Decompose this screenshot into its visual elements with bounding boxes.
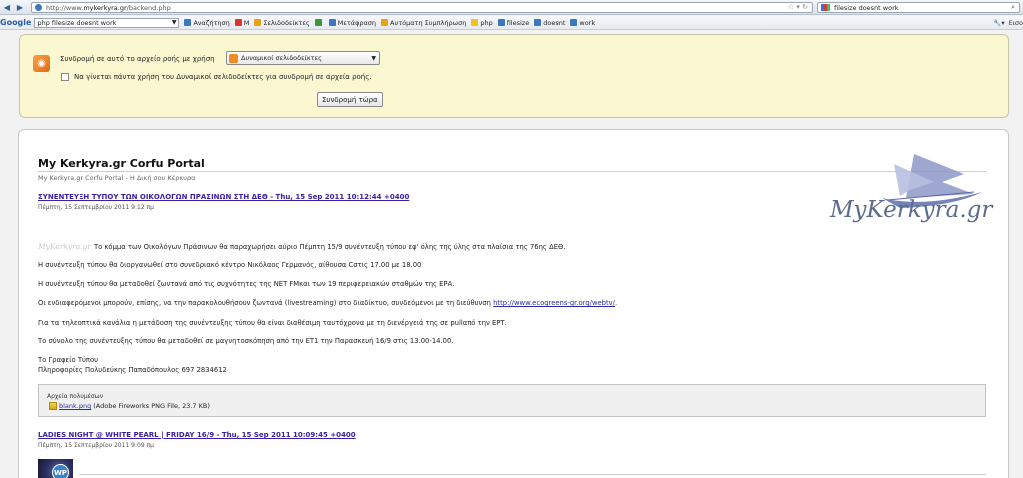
rss-icon <box>229 53 238 63</box>
paragraph: Η συνέντευξη τύπου θα μεταδοθεί ζωντανά … <box>38 280 455 288</box>
webtv-link[interactable]: http://www.ecogreens-gr.org/webtv/ <box>493 299 615 307</box>
file-icon <box>49 402 57 410</box>
toolbar-item-label: php <box>480 18 493 27</box>
forward-icon[interactable]: ▶ <box>14 1 26 13</box>
toolbar-search-input[interactable]: php filesize doesnt work ▼ <box>34 17 180 28</box>
toolbar-item-icon <box>381 19 389 26</box>
sign-in-link[interactable]: Εισο <box>1009 19 1023 27</box>
chevron-down-icon[interactable]: ▼ <box>172 19 177 26</box>
subscribe-reader-select[interactable]: Δυναμικοί σελιδοδείκτες ▼ <box>226 51 380 65</box>
toolbar-item[interactable]: filesize <box>497 18 530 27</box>
toolbar-item-icon <box>314 19 322 26</box>
bookmark-star-icon[interactable]: ☆ ▾ ↻ <box>788 3 808 11</box>
paragraph: MyKerkyra.gr Το κόμμα των Οικολόγων Πράσι… <box>38 242 566 251</box>
toolbar-item[interactable]: work <box>570 19 595 27</box>
toolbar-item[interactable]: Αναζήτηση <box>184 18 230 27</box>
toolbar-item-label: M <box>243 18 250 27</box>
watermark-image: MyKerkyra.gr <box>38 242 91 251</box>
chevron-down-icon[interactable]: ▼ <box>371 55 376 62</box>
toolbar-item[interactable]: Μετάφραση <box>328 18 377 27</box>
back-icon[interactable]: ◀ <box>1 1 13 13</box>
toolbar-item-icon <box>234 19 242 26</box>
site-logo: MyKerkyra.gr <box>814 152 993 242</box>
toolbar-item-label: Σελιδοδείκτες <box>263 18 310 27</box>
magnifier-icon[interactable]: ⌕ <box>1011 3 1015 12</box>
paragraph: Οι ενδιαφερόμενοι μπορούν, επίσης, να τη… <box>38 299 618 307</box>
signature-line: Το Γραφείο Τύπου <box>38 356 99 364</box>
divider <box>79 474 986 475</box>
subscribe-now-button[interactable]: Συνδρομή τώρα <box>317 92 383 107</box>
google-toolbar: Google php filesize doesnt work ▼ Αναζήτ… <box>0 16 1023 30</box>
wrench-icon[interactable]: 🔧▾ <box>993 19 1004 27</box>
search-bar-text: filesize doesnt work <box>834 3 899 12</box>
toolbar-item-icon <box>497 19 505 26</box>
search-bar[interactable]: filesize doesnt work ⌕ <box>817 2 1020 13</box>
attachment-link[interactable]: blank.png <box>59 402 91 410</box>
site-identity-icon[interactable] <box>35 4 42 11</box>
item-thumbnail[interactable]: WP <box>38 459 73 478</box>
toolbar-item-label: filesize <box>506 18 530 27</box>
feed-content: My Kerkyra.gr Corfu Portal My Kerkyra.gr… <box>18 129 1009 478</box>
always-use-checkbox[interactable] <box>61 73 69 81</box>
toolbar-right: 🔧▾ Εισο <box>993 16 1023 30</box>
toolbar-item-icon <box>534 19 542 26</box>
feed-item-title[interactable]: ΣΥΝΕΝΤΕΥΞΗ ΤΥΠΟΥ ΤΩΝ ΟΙΚΟΛΟΓΩΝ ΠΡΑΣΙΝΩΝ … <box>38 193 409 201</box>
attachment-meta: (Adobe Fireworks PNG File, 23.7 KB) <box>93 402 210 410</box>
google-logo[interactable]: Google <box>0 18 31 27</box>
paragraph: Για τα τηλεοπτικά κανάλια η μετάδοση της… <box>38 319 507 327</box>
toolbar-item-label: Μετάφραση <box>337 18 377 27</box>
feed-subtitle: My Kerkyra.gr Corfu Portal - Η Δική σου … <box>38 174 196 182</box>
feed-title: My Kerkyra.gr Corfu Portal <box>38 157 205 170</box>
paragraph: Το σύνολο της συνέντευξης τύπου θα μεταδ… <box>38 337 454 345</box>
paragraph: Η συνέντευξη τύπου θα διοργανωθεί στο συ… <box>38 261 422 269</box>
rss-feed-icon: ◉ <box>33 55 50 72</box>
url-text: http://www.mykerkyra.gr/backend.php <box>46 3 171 12</box>
feed-item-date: Πέμπτη, 15 Σεπτεμβρίου 2011 9:09 πμ <box>38 442 154 449</box>
toolbar-item[interactable]: Σελιδοδείκτες <box>254 18 310 27</box>
toolbar-item[interactable] <box>314 19 324 26</box>
toolbar-item-icon <box>570 19 578 26</box>
navigation-bar: ◀ ▶ http://www.mykerkyra.gr/backend.php … <box>0 0 1023 15</box>
attachments-heading: Αρχεία πολυμέσων <box>47 393 104 400</box>
logo-text: MyKerkyra.gr <box>830 197 993 223</box>
subscribe-label: Συνδρομή σε αυτό το αρχείο ροής με χρήση <box>60 55 215 63</box>
toolbar-item[interactable]: doesnt <box>534 19 565 27</box>
attachments-box: Αρχεία πολυμέσων blank.png (Adobe Firewo… <box>38 384 986 417</box>
toolbar-item[interactable]: Αυτόματη Συμπλήρωση <box>381 19 466 27</box>
search-engine-icon[interactable] <box>821 4 830 11</box>
toolbar-item-icon <box>184 19 192 26</box>
toolbar-item-icon <box>471 19 479 26</box>
toolbar-item-label: work <box>579 18 596 27</box>
toolbar-item[interactable]: php <box>471 18 493 27</box>
toolbar-item-label: doesnt <box>543 18 566 27</box>
toolbar-item-icon <box>254 19 262 26</box>
toolbar-item-label: Αυτόματη Συμπλήρωση <box>390 18 467 27</box>
toolbar-item-icon <box>328 19 336 26</box>
always-use-label: Να γίνεται πάντα χρήση του Δυναμικοί σελ… <box>74 73 372 81</box>
toolbar-item[interactable]: M <box>234 18 250 27</box>
feed-item-date: Πέμπτη, 15 Σεπτεμβρίου 2011 9:12 πμ <box>38 204 154 211</box>
feed-item-title[interactable]: LADIES NIGHT @ WHITE PEARL | FRIDAY 16/9… <box>38 431 356 439</box>
signature-line: Πληροφορίες Πολυδεύκης Παπαδόπουλος 697 … <box>38 366 227 374</box>
wp-logo-icon: WP <box>52 464 69 478</box>
subscribe-panel: ◉ Συνδρομή σε αυτό το αρχείο ροής με χρή… <box>19 34 1009 118</box>
attachment-row: blank.png (Adobe Fireworks PNG File, 23.… <box>49 402 210 410</box>
url-bar[interactable]: http://www.mykerkyra.gr/backend.php ☆ ▾ … <box>31 2 813 13</box>
toolbar-item-label: Αναζήτηση <box>193 18 230 27</box>
